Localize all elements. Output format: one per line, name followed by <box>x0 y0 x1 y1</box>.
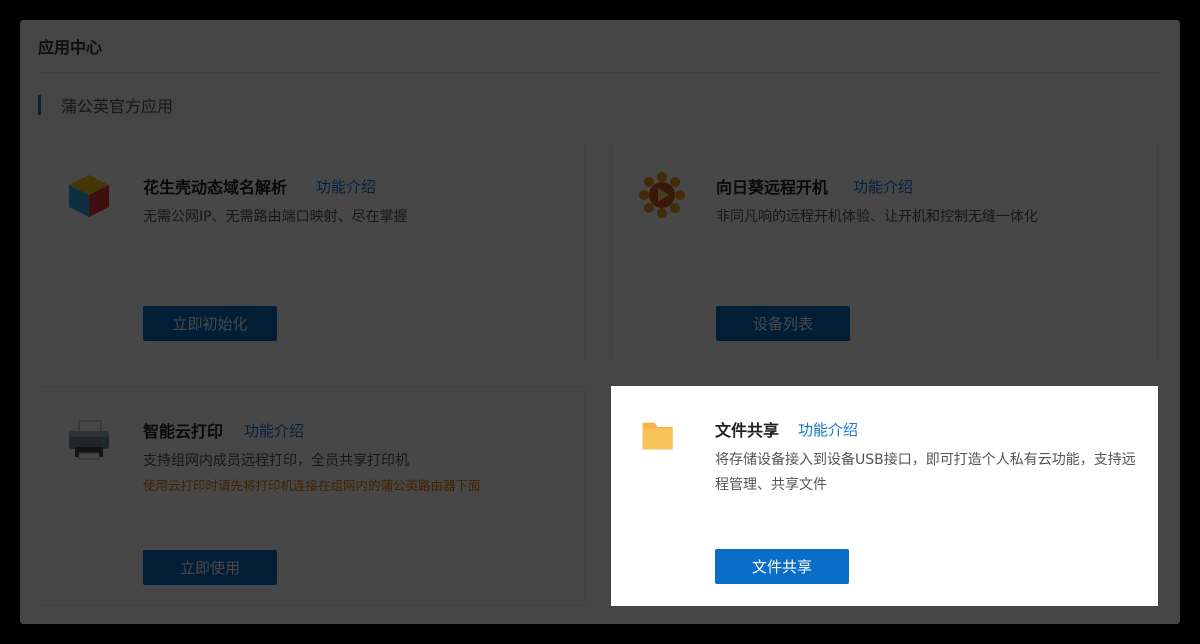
feature-intro-link[interactable]: 功能介绍 <box>853 176 913 197</box>
feature-intro-link[interactable]: 功能介绍 <box>798 419 858 440</box>
app-name: 花生壳动态域名解析 <box>143 178 288 197</box>
use-now-button[interactable]: 立即使用 <box>143 550 277 585</box>
app-center-panel: 应用中心 蒲公英官方应用 花生壳动态域名解析 功能介绍 无需公网IP、无需路由端… <box>20 20 1180 624</box>
print-warning-text: 使用云打印时请先将打印机连接在组网内的蒲公英路由器下面 <box>143 478 481 493</box>
feature-intro-link[interactable]: 功能介绍 <box>316 176 376 197</box>
section-header: 蒲公英官方应用 <box>38 95 174 116</box>
file-share-button[interactable]: 文件共享 <box>715 549 849 584</box>
section-title: 蒲公英官方应用 <box>61 97 174 116</box>
folder-icon <box>641 416 689 464</box>
page-title: 应用中心 <box>38 38 103 57</box>
title-divider <box>38 72 1162 73</box>
device-list-button[interactable]: 设备列表 <box>716 306 850 341</box>
app-description: 将存储设备接入到设备USB接口，即可打造个人私有云功能，支持远程管理、共享文件 <box>715 452 1136 493</box>
section-accent-bar <box>38 95 41 115</box>
app-card-cloud-print: 智能云打印 功能介绍 支持组网内成员远程打印，全员共享打印机 使用云打印时请先将… <box>38 386 585 606</box>
printer-icon <box>65 415 113 463</box>
peanut-shell-cube-icon <box>65 171 113 219</box>
app-card-peanut-shell: 花生壳动态域名解析 功能介绍 无需公网IP、无需路由端口映射、尽在掌握 立即初始… <box>38 142 585 362</box>
initialize-now-button[interactable]: 立即初始化 <box>143 306 277 341</box>
app-name: 智能云打印 <box>143 422 224 441</box>
app-description: 非同凡响的远程开机体验、让开机和控制无缝一体化 <box>716 209 1038 225</box>
app-description: 无需公网IP、无需路由端口映射、尽在掌握 <box>143 209 408 225</box>
app-card-sunflower: 向日葵远程开机 功能介绍 非同凡响的远程开机体验、让开机和控制无缝一体化 设备列… <box>611 142 1158 362</box>
app-name: 文件共享 <box>715 421 780 440</box>
app-card-file-share: 文件共享 功能介绍 将存储设备接入到设备USB接口，即可打造个人私有云功能，支持… <box>611 386 1158 606</box>
feature-intro-link[interactable]: 功能介绍 <box>244 420 304 441</box>
app-name: 向日葵远程开机 <box>716 178 829 197</box>
sunflower-icon <box>638 171 686 219</box>
app-description: 支持组网内成员远程打印，全员共享打印机 <box>143 453 409 469</box>
